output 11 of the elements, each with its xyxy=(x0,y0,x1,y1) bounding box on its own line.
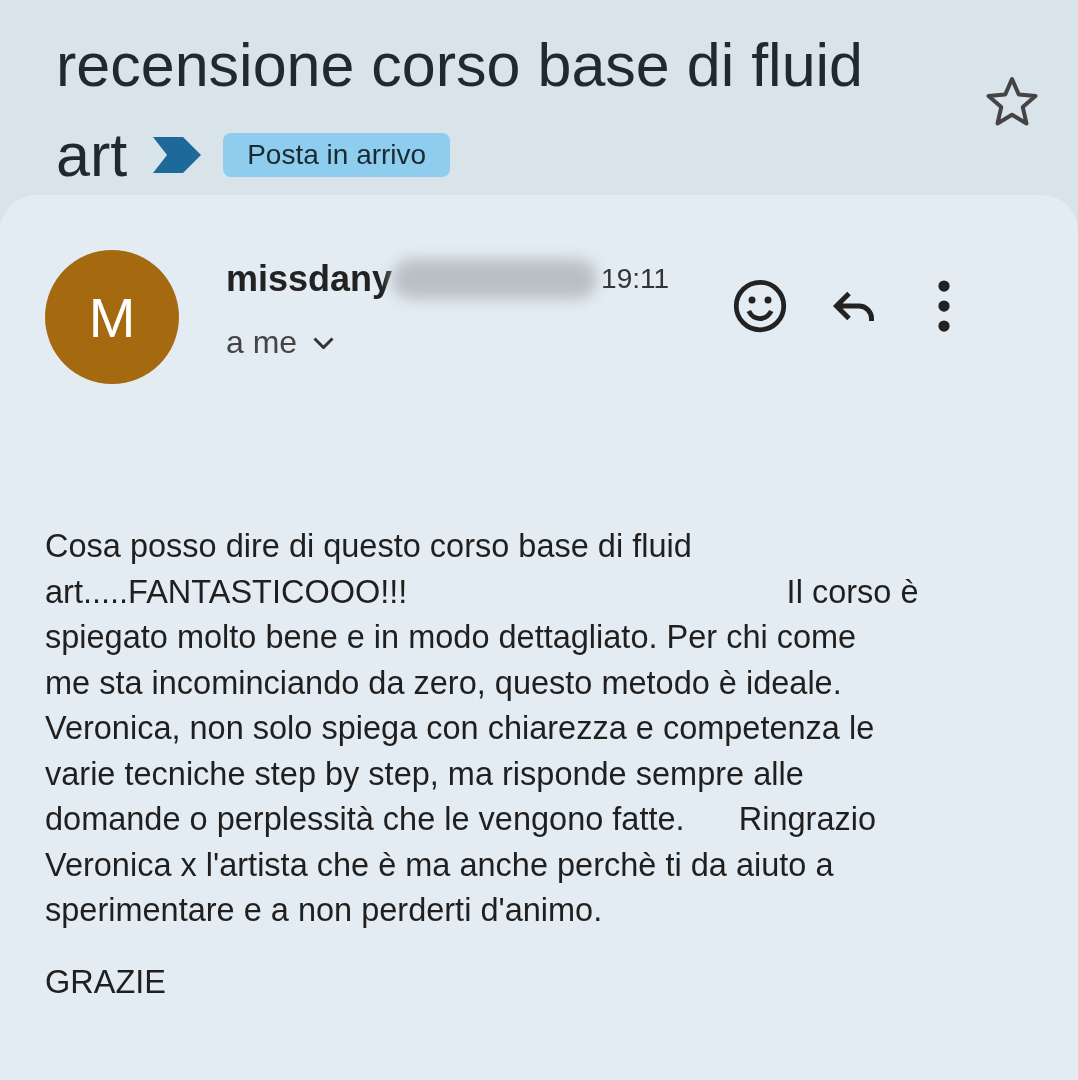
importance-marker-icon xyxy=(153,137,202,173)
message-closing: GRAZIE xyxy=(45,963,167,1001)
recipient-toggle[interactable]: a me xyxy=(226,324,335,361)
subject-title: art xyxy=(56,120,128,191)
sender-avatar: M xyxy=(45,250,179,384)
chevron-down-icon xyxy=(313,336,335,349)
sender-name: missdany xyxy=(226,258,393,300)
subject-title: recensione corso base di fluid xyxy=(56,30,864,101)
message-time: 19:11 xyxy=(601,263,670,295)
inbox-label[interactable]: Posta in arrivo xyxy=(223,133,451,177)
message-body: Cosa posso dire di questo corso base di fluid art.....FANTASTICOOO!!! Il corso è spiegato molto bene e in modo dettagliato. Per chi come me sta incominciando da zero, questo metodo è ideale. Veronica, non solo spiega con chiarezza e competenza le varie tecniche step by step, ma risponde sempre alle domande o perplessità che le vengono fatte. Ringrazio Veronica x l'artista che è ma anche perchè ti da aiuto a sperimentare e a non perderti d'animo. xyxy=(45,527,920,930)
